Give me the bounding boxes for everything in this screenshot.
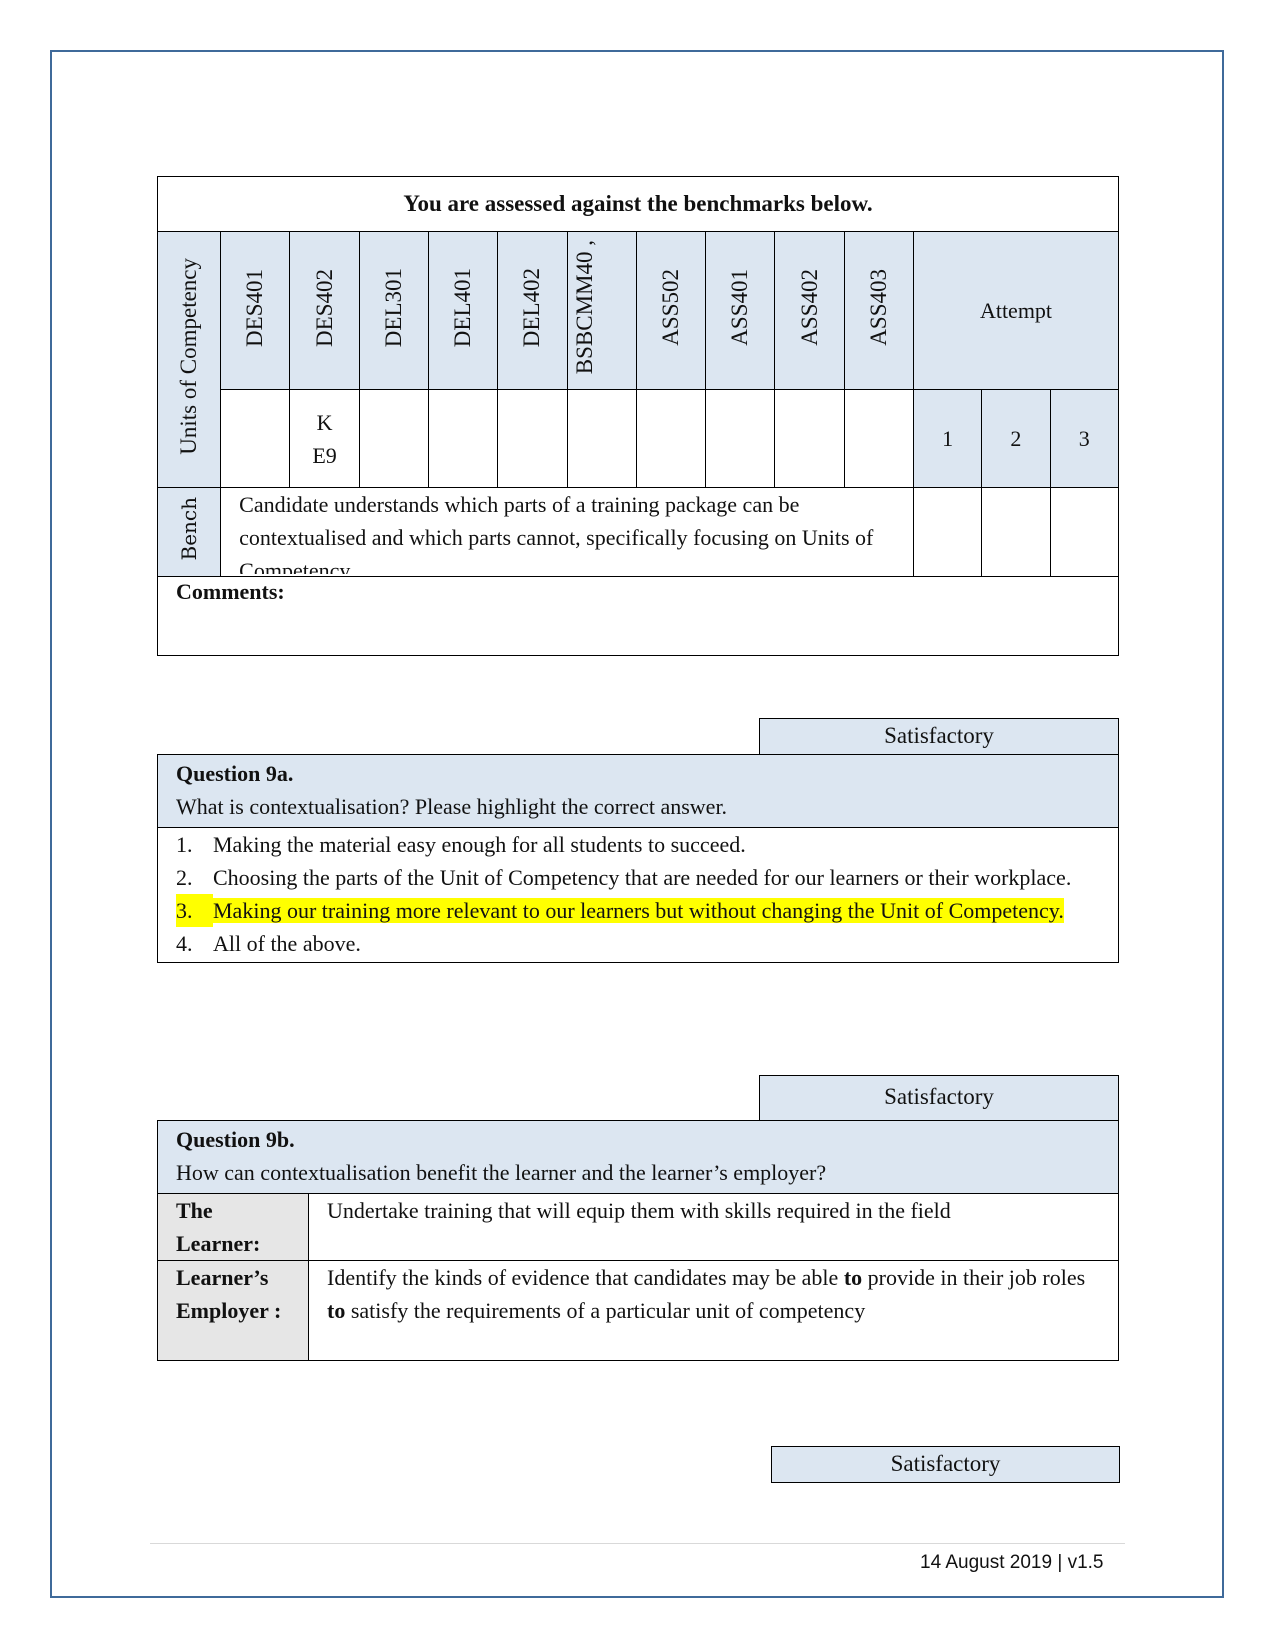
learner-answer[interactable]: Undertake training that will equip them … bbox=[308, 1193, 1119, 1261]
unit-code-des402: DES402 bbox=[289, 231, 360, 390]
unit-code-bsbcmm40: BSBCMM40 , bbox=[566, 231, 637, 390]
attempt-2: 2 bbox=[981, 389, 1051, 488]
unit-value-ass401[interactable] bbox=[705, 389, 776, 488]
question-9b-header: Question 9b. How can contextualisation b… bbox=[157, 1120, 1119, 1194]
bench-attempt-3-cell[interactable] bbox=[1049, 487, 1120, 577]
option-2[interactable]: 2. Choosing the parts of the Unit of Comp… bbox=[176, 861, 1100, 894]
benchmark-table: You are assessed against the benchmarks … bbox=[156, 176, 1120, 656]
attempt-1: 1 bbox=[912, 389, 983, 488]
question-9a-number: Question 9a. bbox=[176, 761, 294, 786]
unit-value-ass403[interactable] bbox=[843, 389, 914, 488]
employer-answer[interactable]: Identify the kinds of evidence that cand… bbox=[308, 1260, 1119, 1361]
question-9a-header: Question 9a. What is contextualisation? … bbox=[157, 754, 1119, 828]
unit-value-del402[interactable] bbox=[497, 389, 568, 488]
learner-label: The Learner: bbox=[157, 1193, 309, 1261]
question-9a-table: Question 9a. What is contextualisation? … bbox=[157, 754, 1119, 963]
units-of-competency-label: Units of Competency bbox=[156, 231, 222, 488]
unit-value-ass402[interactable] bbox=[774, 389, 845, 488]
bench-attempt-1-cell[interactable] bbox=[912, 487, 983, 577]
question-9a-prompt: What is contextualisation? Please highli… bbox=[176, 794, 728, 819]
footer-date: 14 August 2019 bbox=[920, 1552, 1053, 1573]
unit-code-ass403: ASS403 bbox=[843, 231, 914, 390]
comments-field[interactable]: Comments: bbox=[157, 576, 1119, 656]
unit-code-ass502: ASS502 bbox=[635, 231, 707, 390]
attempt-header: Attempt bbox=[912, 231, 1120, 390]
footer-version: v1.5 bbox=[1067, 1552, 1104, 1573]
footer-divider bbox=[150, 1543, 1125, 1544]
question-9b-prompt: How can contextualisation benefit the le… bbox=[176, 1160, 827, 1185]
option-4[interactable]: 4. All of the above. bbox=[176, 927, 1100, 960]
footer-separator: | bbox=[1057, 1552, 1063, 1573]
question-9a-options: 1. Making the material easy enough for al… bbox=[157, 827, 1119, 963]
satisfactory-box-9a: Satisfactory bbox=[759, 718, 1119, 754]
benchmark-title: You are assessed against the benchmarks … bbox=[157, 176, 1119, 232]
unit-value-del401[interactable] bbox=[428, 389, 499, 488]
unit-value-bsbcmm40[interactable] bbox=[566, 389, 637, 488]
benchmark-description: Candidate understands which parts of a t… bbox=[220, 487, 914, 577]
question-9b-table: Question 9b. How can contextualisation b… bbox=[157, 1120, 1119, 1361]
bench-label: Bench bbox=[156, 487, 222, 577]
footer: 14 August 2019 | v1.5 bbox=[920, 1552, 1104, 1574]
satisfactory-box-9b: Satisfactory bbox=[759, 1075, 1119, 1120]
attempt-3: 3 bbox=[1049, 389, 1120, 488]
unit-code-del401: DEL401 bbox=[428, 231, 499, 390]
unit-code-des401: DES401 bbox=[220, 231, 291, 390]
satisfactory-box-next: Satisfactory bbox=[771, 1446, 1120, 1483]
unit-code-del301: DEL301 bbox=[358, 231, 430, 390]
unit-value-des401[interactable] bbox=[220, 389, 291, 488]
unit-value-del301[interactable] bbox=[358, 389, 430, 488]
question-9b-number: Question 9b. bbox=[176, 1127, 295, 1152]
unit-code-ass401: ASS401 bbox=[705, 231, 776, 390]
comments-label: Comments: bbox=[176, 579, 285, 604]
unit-code-ass402: ASS402 bbox=[774, 231, 845, 390]
option-1[interactable]: 1. Making the material easy enough for al… bbox=[176, 828, 1100, 861]
bench-attempt-2-cell[interactable] bbox=[981, 487, 1051, 577]
option-3-highlighted[interactable]: 3. Making our training more relevant to o… bbox=[176, 894, 1100, 927]
unit-value-ass502[interactable] bbox=[635, 389, 707, 488]
employer-label: Learner’s Employer : bbox=[157, 1260, 309, 1361]
unit-code-del402: DEL402 bbox=[497, 231, 568, 390]
unit-value-des402[interactable]: K E9 bbox=[289, 389, 360, 488]
